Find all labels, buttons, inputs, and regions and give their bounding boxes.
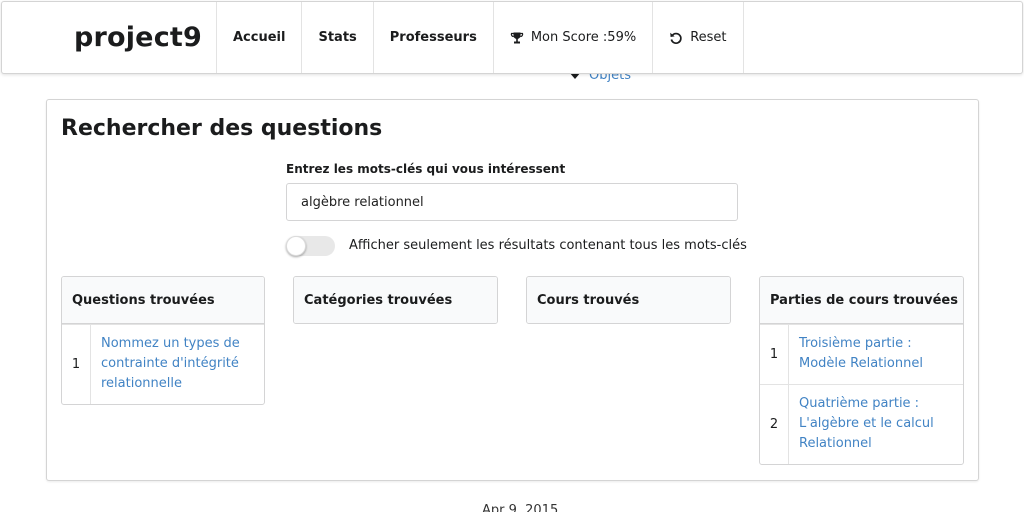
nav-reset[interactable]: Reset — [653, 2, 744, 73]
questions-results-table: Questions trouvées 1 Nommez un types de … — [61, 276, 265, 405]
course-part-link[interactable]: Quatrième partie : L'algèbre et le calcu… — [789, 385, 963, 464]
keywords-label: Entrez les mots-clés qui vous intéressen… — [286, 162, 566, 176]
toggle-knob — [286, 236, 306, 256]
nav-accueil[interactable]: Accueil — [217, 2, 303, 73]
nav-mon-score[interactable]: Mon Score :59% — [494, 2, 654, 73]
nav-reset-label: Reset — [690, 30, 727, 45]
course-parts-results-table: Parties de cours trouvées 1 Troisième pa… — [759, 276, 964, 465]
page-title: Rechercher des questions — [61, 116, 383, 141]
undo-icon — [669, 31, 683, 45]
row-number: 1 — [62, 325, 91, 404]
table-row: 1 Troisième partie : Modèle Relationnel — [760, 324, 963, 384]
courses-results-table: Cours trouvés — [526, 276, 731, 324]
all-keywords-toggle-label: Afficher seulement les résultats contena… — [349, 238, 747, 253]
nav-mon-score-label: Mon Score :59% — [530, 30, 637, 45]
keywords-input[interactable] — [286, 183, 738, 221]
brand-logo[interactable]: project9 — [2, 2, 217, 73]
nav-professeurs[interactable]: Professeurs — [374, 2, 494, 73]
search-panel: Rechercher des questions Entrez les mots… — [46, 99, 979, 481]
question-link[interactable]: Nommez un types de contrainte d'intégrit… — [91, 325, 264, 404]
trophy-icon — [510, 31, 524, 45]
table-row: 1 Nommez un types de contrainte d'intégr… — [62, 324, 264, 404]
questions-results-header: Questions trouvées — [62, 277, 264, 324]
all-keywords-toggle[interactable] — [286, 236, 335, 256]
nav-accueil-label: Accueil — [233, 30, 286, 45]
top-navbar: project9 Accueil Stats Professeurs Mon S… — [1, 1, 1023, 74]
course-parts-results-header: Parties de cours trouvées — [760, 277, 963, 324]
row-number: 1 — [760, 325, 789, 384]
categories-results-table: Catégories trouvées — [293, 276, 498, 324]
categories-results-header: Catégories trouvées — [294, 277, 497, 323]
nav-stats[interactable]: Stats — [302, 2, 374, 73]
footer-date: Apr 9, 2015 — [482, 503, 559, 512]
row-number: 2 — [760, 385, 789, 464]
nav-stats-label: Stats — [318, 30, 357, 45]
course-part-link[interactable]: Troisième partie : Modèle Relationnel — [789, 325, 963, 384]
table-row: 2 Quatrième partie : L'algèbre et le cal… — [760, 384, 963, 464]
nav-professeurs-label: Professeurs — [389, 30, 477, 45]
courses-results-header: Cours trouvés — [527, 277, 730, 323]
